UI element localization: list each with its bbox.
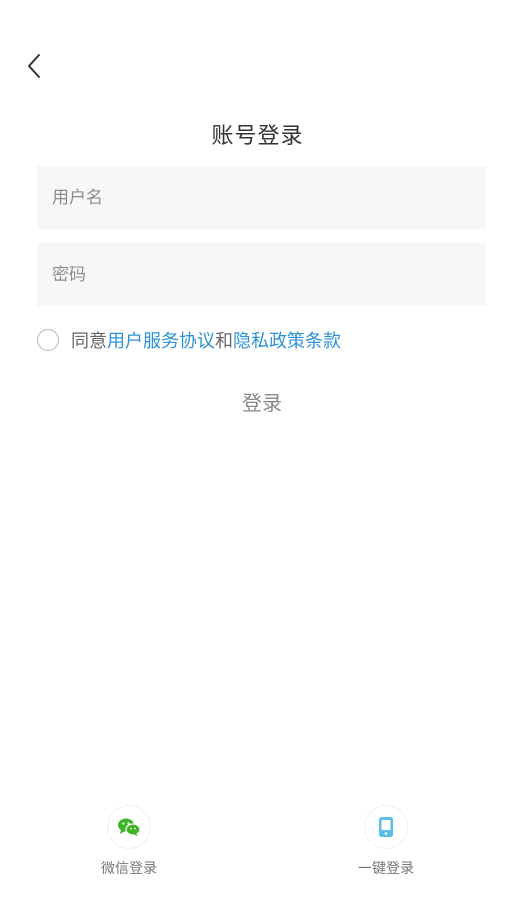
wechat-icon-wrap bbox=[108, 806, 150, 848]
password-input[interactable] bbox=[37, 243, 486, 306]
agreement-row: 同意 用户服务协议 和 隐私政策条款 bbox=[37, 326, 341, 354]
page-title: 账号登录 bbox=[211, 124, 304, 149]
privacy-policy-link[interactable]: 隐私政策条款 bbox=[233, 327, 341, 353]
agreement-checkbox[interactable] bbox=[37, 329, 59, 351]
wechat-login-button[interactable]: 微信登录 bbox=[84, 806, 174, 878]
onekey-login-label: 一键登录 bbox=[358, 861, 414, 877]
wechat-login-label: 微信登录 bbox=[101, 861, 157, 877]
login-button[interactable]: 登录 bbox=[212, 384, 312, 418]
chevron-left-icon bbox=[28, 54, 40, 78]
back-button[interactable] bbox=[18, 50, 50, 82]
onekey-login-button[interactable]: 一键登录 bbox=[341, 806, 431, 878]
service-agreement-link[interactable]: 用户服务协议 bbox=[107, 327, 215, 353]
username-input[interactable] bbox=[37, 166, 486, 229]
agreement-prefix: 同意 bbox=[71, 331, 107, 352]
wechat-icon bbox=[118, 818, 141, 837]
phone-icon bbox=[379, 817, 393, 837]
phone-icon-wrap bbox=[365, 806, 407, 848]
agreement-conjunction: 和 bbox=[215, 331, 233, 352]
